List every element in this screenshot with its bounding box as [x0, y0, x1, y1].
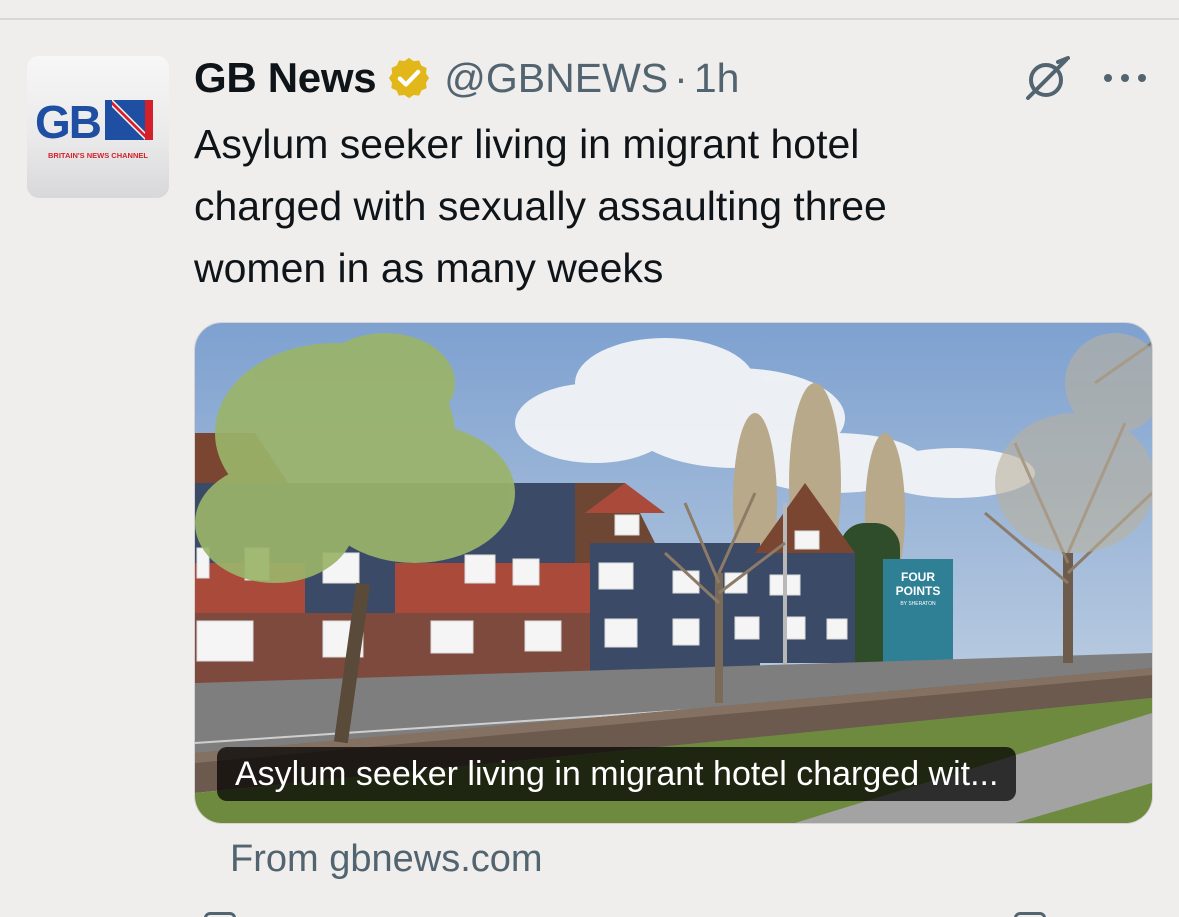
sign-text-points: POINTS — [896, 584, 941, 598]
share-icon[interactable] — [1014, 912, 1046, 917]
more-options-icon[interactable] — [1102, 66, 1148, 90]
display-name[interactable]: GB News — [194, 54, 377, 102]
logo-text-gb: GB — [35, 96, 101, 148]
tweet-text: Asylum seeker living in migrant hotel ch… — [194, 121, 887, 291]
verified-badge-icon[interactable] — [386, 55, 432, 101]
user-handle[interactable]: @GBNEWS — [444, 55, 668, 102]
card-source-link[interactable]: From gbnews.com — [230, 838, 543, 881]
timestamp[interactable]: 1h — [694, 55, 740, 102]
grok-icon[interactable] — [1024, 54, 1072, 102]
logo-n-glyph — [105, 100, 153, 140]
card-title: Asylum seeker living in migrant hotel ch… — [235, 754, 999, 793]
avatar[interactable]: GB BRITAIN'S NEWS CHANNEL — [27, 56, 169, 198]
reply-icon[interactable] — [204, 912, 236, 917]
tweet-screen: GB BRITAIN'S NEWS CHANNEL GB News @GBNEW… — [0, 0, 1179, 917]
top-divider — [0, 18, 1179, 20]
sign-text-sheraton: BY SHERATON — [900, 601, 936, 607]
gbnews-logo: GB BRITAIN'S NEWS CHANNEL — [35, 96, 153, 160]
tweet-header: GB News @GBNEWS · 1h — [194, 52, 739, 104]
logo-tagline: BRITAIN'S NEWS CHANNEL — [48, 151, 148, 160]
card-title-overlay: Asylum seeker living in migrant hotel ch… — [217, 747, 1017, 801]
header-separator: · — [674, 54, 688, 101]
link-card[interactable]: FOUR POINTS BY SHERATON Asylum seeker li… — [194, 322, 1153, 824]
sign-text-four: FOUR — [901, 570, 935, 584]
